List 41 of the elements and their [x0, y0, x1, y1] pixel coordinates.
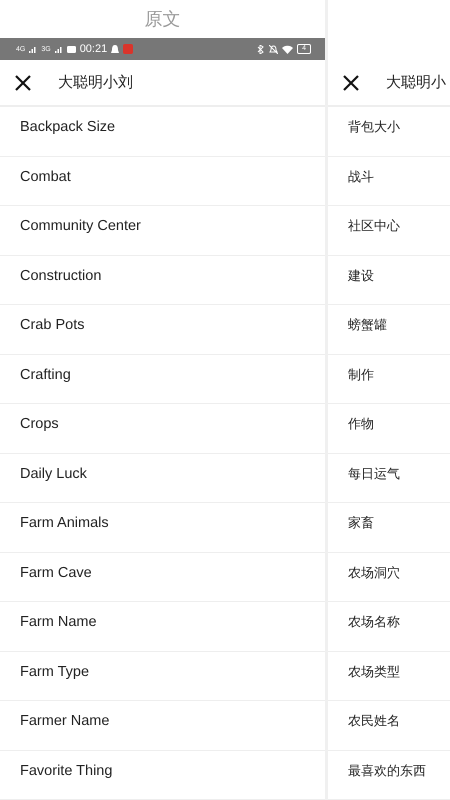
signal-icon: [54, 46, 63, 53]
list-item[interactable]: Crab Pots: [20, 317, 84, 334]
list-item[interactable]: 农民姓名: [348, 712, 400, 730]
list-item[interactable]: Farm Name: [20, 614, 97, 630]
list-item[interactable]: 背包大小: [348, 118, 400, 136]
list-item[interactable]: Backpack Size: [20, 119, 116, 136]
list-item[interactable]: 制作: [348, 366, 374, 384]
close-icon[interactable]: [14, 74, 32, 92]
list-item[interactable]: 农场类型: [348, 662, 400, 681]
list-item[interactable]: Combat: [20, 168, 71, 185]
list-item[interactable]: Farm Animals: [20, 515, 109, 532]
close-icon[interactable]: [342, 74, 360, 92]
list-item[interactable]: Crafting: [20, 366, 71, 383]
list-item[interactable]: 作物: [348, 415, 374, 434]
list-item[interactable]: Construction: [20, 268, 102, 284]
list-item[interactable]: Farm Type: [20, 664, 90, 680]
list-item[interactable]: Community Center: [20, 218, 141, 234]
header-title: 大聪明小: [386, 73, 446, 92]
status-time: 00:21: [80, 43, 108, 56]
caption: 原文: [144, 8, 180, 31]
list-item[interactable]: 社区中心: [348, 217, 400, 236]
list-item[interactable]: Farmer Name: [20, 713, 110, 730]
list-item[interactable]: Farm Cave: [20, 564, 92, 581]
bluetooth-icon: [256, 44, 266, 54]
list-item[interactable]: 战斗: [348, 168, 374, 186]
mute-icon: [269, 44, 278, 54]
list-item[interactable]: 家畜: [348, 514, 374, 532]
list-item[interactable]: Crops: [20, 416, 59, 432]
list-item[interactable]: Daily Luck: [20, 466, 87, 482]
list-item[interactable]: Favorite Thing: [20, 762, 112, 779]
list-item[interactable]: 农场名称: [348, 613, 400, 632]
list-item[interactable]: 农场洞穴: [348, 564, 400, 582]
list-item[interactable]: 螃蟹罐: [348, 316, 387, 334]
signal-icon: [29, 46, 38, 53]
list-item[interactable]: 最喜欢的东西: [348, 762, 426, 780]
app-icon: [123, 44, 134, 54]
bell-icon: [111, 44, 120, 54]
list-item[interactable]: 每日运气: [348, 464, 400, 483]
list-item[interactable]: 建设: [348, 266, 374, 285]
header-title: 大聪明小刘: [58, 73, 133, 92]
wifi-icon: [282, 44, 294, 54]
